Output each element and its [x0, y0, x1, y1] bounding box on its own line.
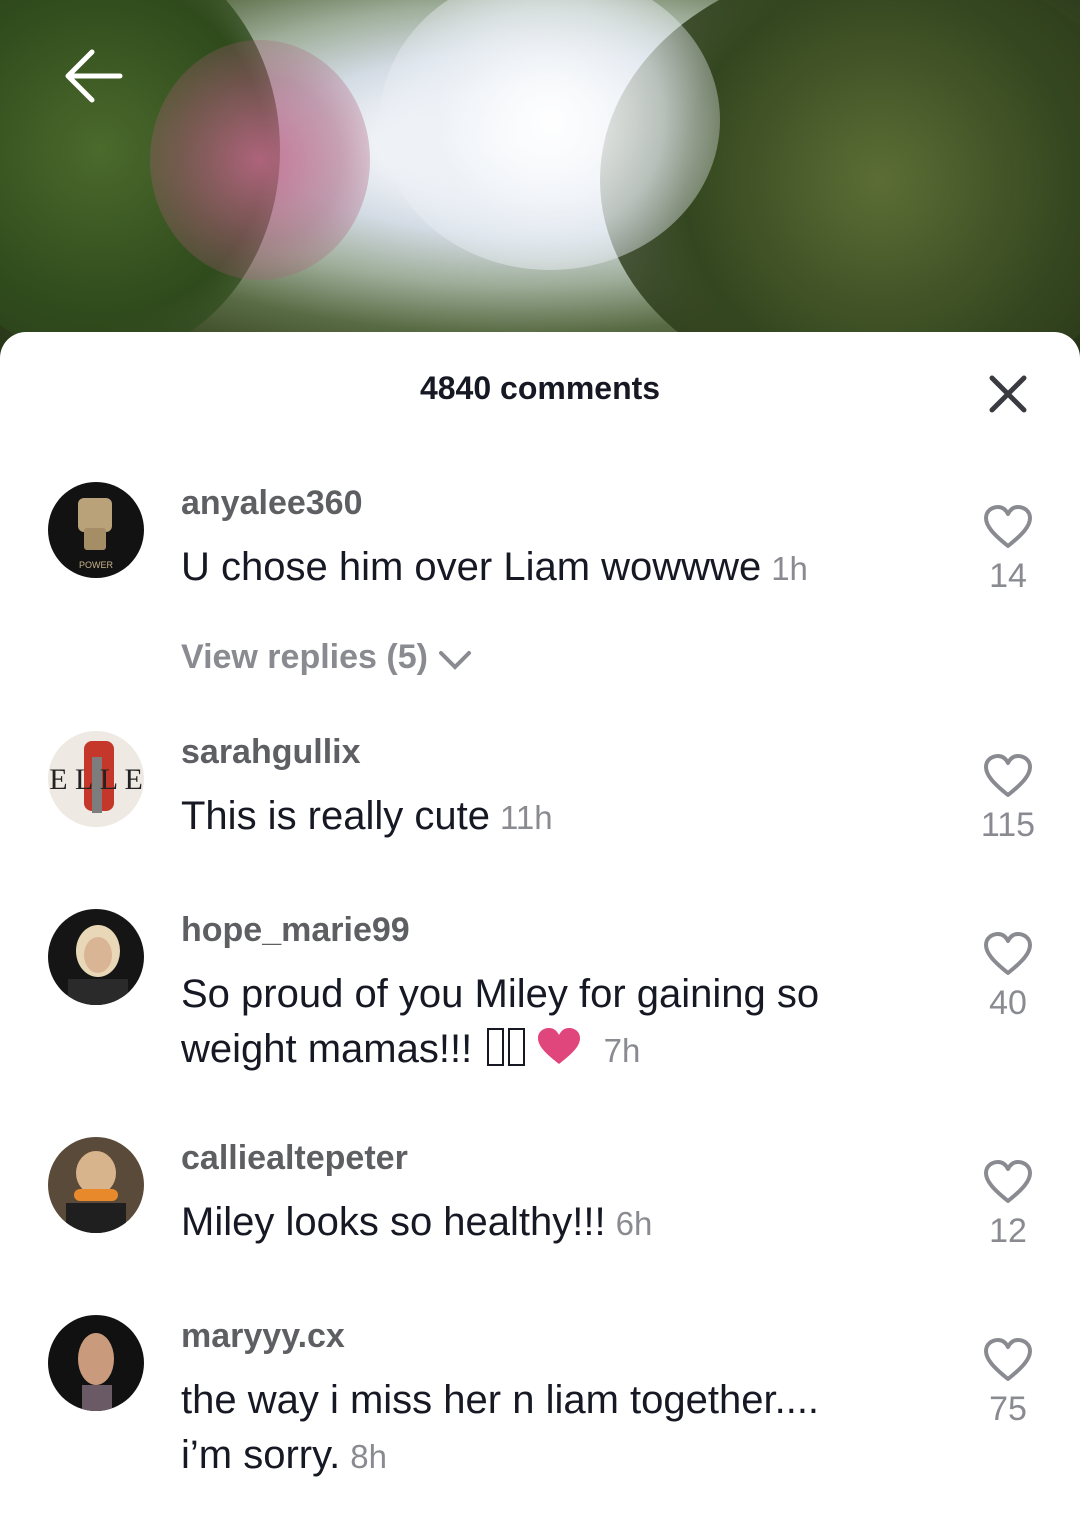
like-button[interactable]: 14 — [976, 504, 1040, 596]
raised-fist-icon: POWER — [78, 498, 114, 570]
heart-outline-icon — [984, 1160, 1032, 1203]
like-count: 12 — [989, 1212, 1027, 1250]
magazine-cover-icon: E L L E — [49, 741, 143, 813]
comment-body: Miley looks so healthy!!! — [181, 1200, 606, 1244]
chevron-down-icon — [439, 651, 472, 670]
comment-time: 7h — [603, 1032, 641, 1069]
comment-text: This is really cute 11h — [181, 789, 951, 845]
avatar[interactable] — [48, 909, 144, 1005]
profile-photo-icon — [68, 925, 128, 1005]
red-heart-emoji-icon — [538, 1028, 581, 1064]
avatar[interactable]: POWER — [48, 482, 144, 578]
like-button[interactable]: 40 — [976, 931, 1040, 1023]
comment-body-line-2: i’m sorry. 8h — [181, 1428, 951, 1484]
comment-body-line-1: the way i miss her n liam together.... — [181, 1378, 820, 1422]
avatar[interactable] — [48, 1137, 144, 1233]
like-count: 75 — [989, 1390, 1027, 1428]
comment-username[interactable]: sarahgullix — [181, 733, 361, 772]
comment-text: U chose him over Liam wowwwe 1h — [181, 540, 951, 596]
comment-username[interactable]: anyalee360 — [181, 484, 363, 523]
video-background — [0, 0, 1080, 360]
avatar-label: POWER — [79, 560, 114, 570]
comment-count-title: 4840 comments — [419, 370, 661, 406]
arrow-left-icon — [65, 49, 123, 103]
comments-sheet: 4840 comments POWER anyalee360 U chose h… — [0, 332, 1080, 1513]
like-button[interactable]: 115 — [976, 753, 1040, 845]
comment-body: i’m sorry. — [181, 1433, 341, 1477]
profile-photo-icon — [78, 1333, 114, 1411]
close-icon — [989, 375, 1027, 413]
comment-text: Miley looks so healthy!!! 6h — [181, 1195, 951, 1251]
view-replies-label: View replies (5) — [181, 638, 428, 676]
like-count: 40 — [989, 984, 1027, 1022]
heart-outline-icon — [984, 754, 1032, 797]
comment-time: 8h — [350, 1438, 387, 1475]
view-replies-button[interactable]: View replies (5) — [181, 638, 473, 677]
comment-body-line-2: weight mamas!!! 7h — [181, 1022, 951, 1078]
like-button[interactable]: 75 — [976, 1337, 1040, 1429]
comment-time: 1h — [771, 550, 808, 587]
heart-outline-icon — [984, 1338, 1032, 1381]
comment-body-line-1: So proud of you Miley for gaining so — [181, 972, 820, 1016]
comment-text: the way i miss her n liam together.... i… — [181, 1373, 951, 1484]
comment-body: This is really cute — [181, 794, 490, 838]
comment-time: 6h — [615, 1205, 653, 1242]
comment-username[interactable]: calliealtepeter — [181, 1139, 408, 1178]
like-count: 115 — [980, 806, 1036, 844]
like-button[interactable]: 12 — [976, 1159, 1040, 1251]
missing-emoji-glyph — [487, 1028, 505, 1066]
avatar[interactable]: E L L E — [48, 731, 144, 827]
close-button[interactable] — [984, 370, 1032, 418]
avatar[interactable] — [48, 1315, 144, 1411]
heart-outline-icon — [984, 505, 1032, 548]
comment-body: weight mamas!!! — [181, 1027, 473, 1071]
avatar-label: E L L E — [49, 763, 143, 796]
comment-body: U chose him over Liam wowwwe — [181, 545, 762, 589]
missing-emoji-glyph — [508, 1028, 526, 1066]
heart-outline-icon — [984, 932, 1032, 975]
back-button[interactable] — [60, 44, 128, 108]
comment-text: So proud of you Miley for gaining so wei… — [181, 967, 951, 1078]
comment-username[interactable]: hope_marie99 — [181, 911, 410, 950]
comment-time: 11h — [499, 799, 553, 836]
comment-username[interactable]: maryyy.cx — [181, 1317, 345, 1356]
like-count: 14 — [989, 557, 1027, 595]
profile-photo-icon — [66, 1151, 126, 1233]
